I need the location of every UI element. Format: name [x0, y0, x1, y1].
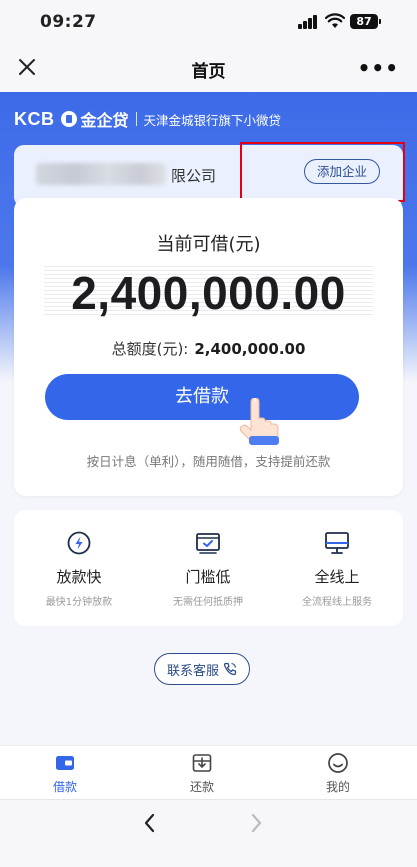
status-time: 09:27: [40, 12, 97, 32]
envelope-check-icon: [196, 533, 220, 554]
forward-arrow-icon: [251, 813, 262, 833]
wallet-icon: [56, 756, 74, 770]
bottom-tab-bar: 借款 还款 我的: [0, 745, 417, 799]
feature-title: 门槛低: [185, 568, 231, 586]
available-loan-label: 当前可借(元): [156, 234, 261, 255]
brand-header: KCB 金企贷 天津金城银行旗下小微贷: [14, 108, 282, 131]
brand-divider: [135, 112, 137, 126]
feature-desc: 最快1分钟放款: [45, 597, 113, 608]
smile-icon: [328, 753, 348, 773]
pointing-hand-icon: [239, 398, 279, 445]
company-name: 限公司: [171, 167, 217, 185]
feature-desc: 无需任何抵质押: [173, 597, 243, 608]
tab-repay[interactable]: 还款: [152, 752, 252, 795]
brand-product-name: 金企贷: [80, 111, 129, 130]
feature-title: 放款快: [56, 568, 102, 586]
tab-mine[interactable]: 我的: [288, 752, 388, 795]
tab-borrow[interactable]: 借款: [15, 752, 115, 795]
brand-mark-icon: [60, 111, 77, 127]
total-limit-value: 2,400,000.00: [194, 340, 306, 358]
tab-label: 还款: [189, 780, 214, 794]
total-limit-label: 总额度(元):: [111, 340, 189, 358]
phone-icon: [223, 662, 237, 676]
company-name-redacted: [36, 163, 166, 185]
feature-fast-disbursement: 放款快 最快1分钟放款: [14, 530, 144, 608]
features-panel: 放款快 最快1分钟放款 门槛低 无需任何抵质押 全线上 全流程线上服务: [14, 510, 403, 626]
contact-service-button[interactable]: 联系客服: [154, 653, 250, 685]
monitor-icon: [325, 532, 349, 554]
interest-note: 按日计息（单利），随用随借，支持提前还款: [86, 454, 331, 469]
total-limit-row: 总额度(元): 2,400,000.00: [14, 338, 403, 359]
lightning-icon: [67, 531, 91, 555]
feature-title: 全线上: [314, 568, 360, 586]
more-options-button[interactable]: •••: [358, 56, 399, 80]
feature-fully-online: 全线上 全流程线上服务: [272, 530, 402, 608]
tab-label: 借款: [52, 780, 77, 794]
nav-bar: 首页 •••: [0, 44, 417, 92]
tab-label: 我的: [325, 780, 350, 794]
feature-low-threshold: 门槛低 无需任何抵质押: [143, 530, 273, 608]
brand-subtitle: 天津金城银行旗下小微贷: [143, 112, 282, 128]
available-amount: 2,400,000.00: [71, 267, 346, 319]
feature-desc: 全流程线上服务: [302, 597, 372, 608]
highlight-annotation: [240, 142, 405, 202]
borrow-button[interactable]: 去借款: [45, 374, 359, 420]
cellular-signal-icon: [298, 15, 318, 29]
battery-indicator: 87: [350, 14, 381, 29]
page-title: 首页: [191, 62, 226, 82]
status-bar: 09:27 87: [0, 0, 417, 44]
repay-icon: [192, 754, 212, 772]
wifi-icon: [325, 13, 345, 28]
brand-logo-text: KCB: [14, 108, 55, 129]
contact-service-label: 联系客服: [166, 663, 219, 679]
loan-card: 当前可借(元) 2,400,000.00 总额度(元): 2,400,000.00…: [14, 198, 403, 496]
browser-toolbar: [0, 799, 417, 867]
back-arrow-icon[interactable]: [140, 812, 160, 834]
